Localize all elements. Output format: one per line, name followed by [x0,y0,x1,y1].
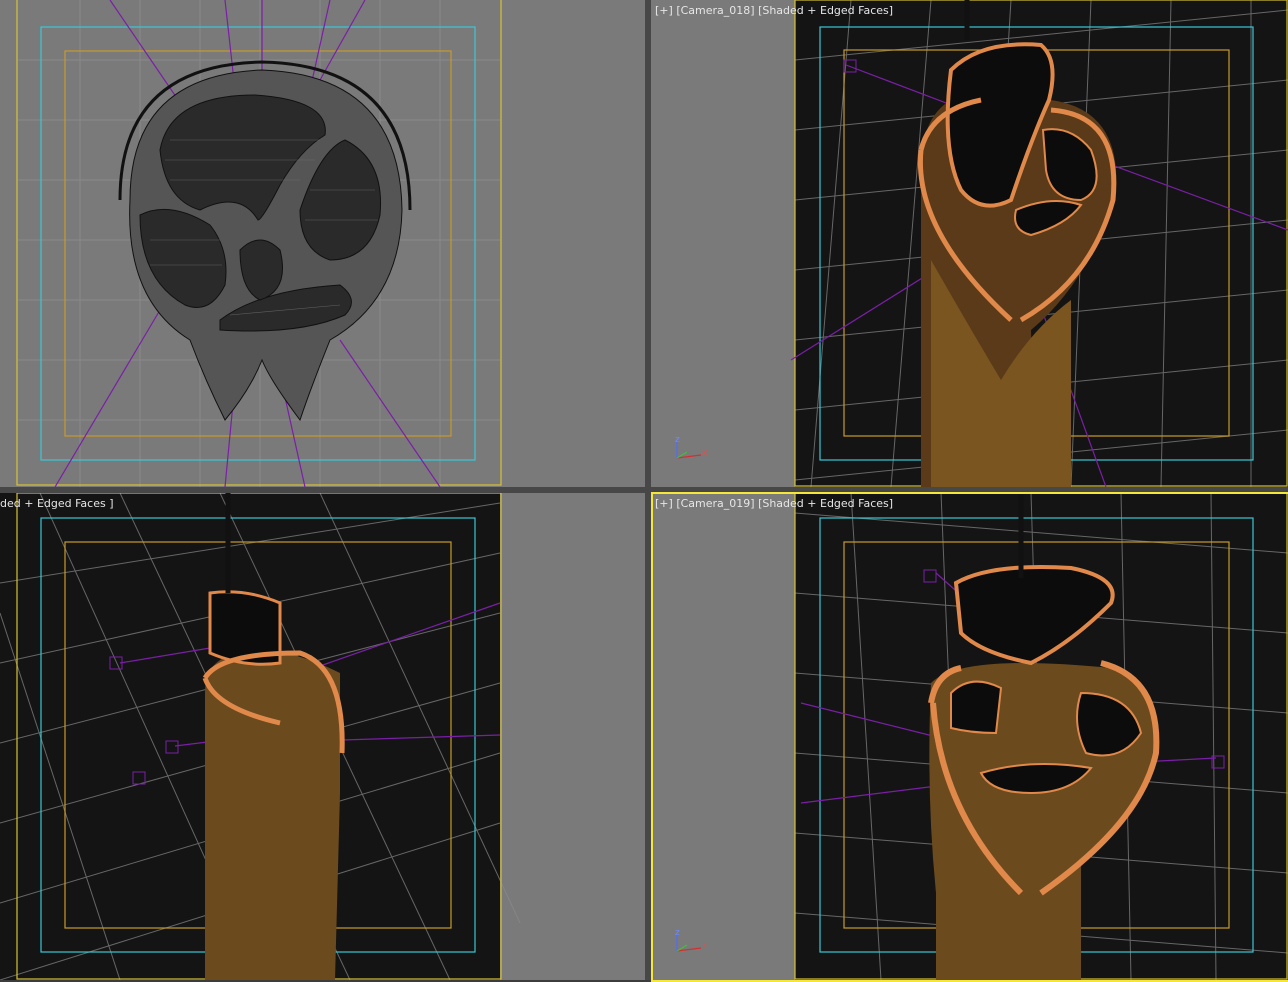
viewport-label-bar: ded + Edged Faces ] [0,497,114,510]
viewport-label-bar: [+] [Camera_019] [Shaded + Edged Faces] [655,497,893,510]
viewport-bottom-left[interactable]: ded + Edged Faces ] [0,493,645,980]
shaded-render-camera-019: z x [651,493,1288,980]
viewport-camera-018[interactable]: z x [+] [Camera_018] [Shaded + Edged Fac… [651,0,1288,487]
shaded-render-bottom-left [0,493,645,980]
viewport-camera-menu[interactable]: [Camera_019] [676,497,754,510]
axis-z-label: z [675,928,680,938]
axis-x-label: x [702,448,708,458]
viewport-shading-menu[interactable]: ded + Edged Faces ] [0,497,114,510]
wireframe-render [0,0,645,487]
shaded-render-camera-018: z x [651,0,1288,487]
viewport-camera-menu[interactable]: [Camera_018] [676,4,754,17]
axis-z-label: z [675,435,680,445]
viewport-menu-plus[interactable]: [+] [655,497,673,510]
viewport-shading-menu[interactable]: [Shaded + Edged Faces] [758,497,893,510]
axis-x-label: x [702,941,708,951]
viewport-label-bar: [+] [Camera_018] [Shaded + Edged Faces] [655,4,893,17]
viewport-top-left[interactable] [0,0,645,487]
viewport-shading-menu[interactable]: [Shaded + Edged Faces] [758,4,893,17]
viewport-menu-plus[interactable]: [+] [655,4,673,17]
viewport-camera-019[interactable]: z x [+] [Camera_019] [Shaded + Edged Fac… [651,493,1288,980]
